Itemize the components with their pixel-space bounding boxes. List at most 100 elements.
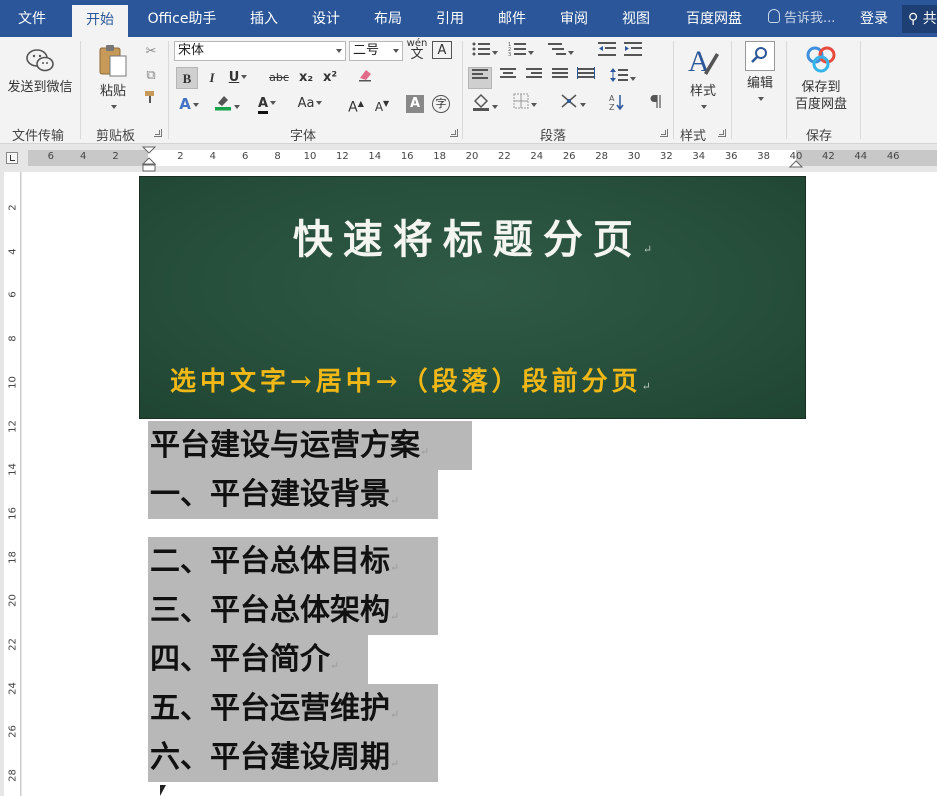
doc-line[interactable]: 一、平台建设背景↵ xyxy=(148,470,438,519)
chinese-layout-button[interactable] xyxy=(556,93,590,115)
search-icon xyxy=(745,41,775,71)
horizontal-ruler[interactable]: 6 4 2 2 4 6 8 10 12 14 16 18 20 22 24 26 28 30 32 34 36 38 40 4… xyxy=(0,144,937,172)
multilevel-list-button[interactable] xyxy=(544,41,578,63)
character-border-button[interactable]: A xyxy=(432,41,452,59)
chevron-down-icon xyxy=(393,49,399,53)
phonetic-guide-button[interactable]: wén 文 xyxy=(406,39,428,62)
tab-layout[interactable]: 布局 xyxy=(360,0,416,37)
underline-button[interactable]: U xyxy=(226,67,250,89)
tab-view[interactable]: 视图 xyxy=(608,0,664,37)
clipboard-icon xyxy=(99,45,127,77)
paste-label: 粘贴 xyxy=(99,84,126,99)
align-center-button[interactable] xyxy=(496,67,520,89)
italic-button[interactable]: I xyxy=(202,67,222,89)
character-shading-button[interactable]: A xyxy=(406,95,424,113)
doc-line[interactable]: 六、平台建设周期↵ xyxy=(148,733,438,782)
tab-file[interactable]: 文件 xyxy=(0,0,64,37)
align-left-button[interactable] xyxy=(468,67,492,89)
tab-office-assistant[interactable]: Office助手 xyxy=(138,0,226,37)
mouse-pointer-icon xyxy=(160,785,166,796)
doc-line[interactable]: 二、平台总体目标↵ xyxy=(148,537,438,586)
doc-line-text: 平台建设与运营方案 xyxy=(150,428,420,463)
tab-review[interactable]: 审阅 xyxy=(546,0,602,37)
doc-line[interactable]: 五、平台运营维护↵ xyxy=(148,684,438,733)
tab-insert[interactable]: 插入 xyxy=(236,0,292,37)
justify-button[interactable] xyxy=(548,67,572,89)
cut-icon[interactable]: ✂ xyxy=(140,41,162,63)
doc-line[interactable]: 三、平台总体架构↵ xyxy=(148,586,438,635)
ruler-number: 14 xyxy=(368,151,382,162)
share-user-icon: ⚲ xyxy=(908,11,919,27)
text-effects-button[interactable]: A xyxy=(176,93,202,115)
font-size-combo[interactable]: 二号 xyxy=(349,41,403,61)
indent-marker-icon[interactable] xyxy=(142,146,156,172)
paste-button[interactable]: 粘贴 xyxy=(88,43,138,115)
change-case-label: Aa xyxy=(297,96,315,111)
increase-indent-icon[interactable] xyxy=(622,41,644,63)
styles-launcher-icon[interactable] xyxy=(718,129,726,137)
distributed-button[interactable] xyxy=(574,67,598,89)
share-button[interactable]: ⚲ 共享 xyxy=(902,5,937,33)
ruler-number: 46 xyxy=(886,151,900,162)
clipboard-launcher-icon[interactable] xyxy=(154,129,162,137)
vertical-ruler-number: 6 xyxy=(7,291,19,299)
borders-button[interactable] xyxy=(508,93,542,115)
group-separator xyxy=(673,41,674,139)
editing-button[interactable]: 编辑 xyxy=(738,41,782,107)
ruler-number: 12 xyxy=(336,151,349,162)
font-launcher-icon[interactable] xyxy=(450,129,458,137)
numbering-button[interactable]: 123 xyxy=(506,41,536,63)
tab-references[interactable]: 引用 xyxy=(422,0,478,37)
save-to-baidu-netdisk-button[interactable]: 保存到 百度网盘 xyxy=(788,43,854,113)
format-painter-icon[interactable] xyxy=(140,89,162,111)
decrease-indent-icon[interactable] xyxy=(596,41,618,63)
tab-baidu-netdisk[interactable]: 百度网盘 xyxy=(672,0,756,37)
subscript-button[interactable]: x₂ xyxy=(296,67,316,89)
highlight-color-button[interactable] xyxy=(212,93,242,115)
strikethrough-button[interactable]: abc xyxy=(266,67,292,89)
doc-line[interactable]: 平台建设与运营方案↵ xyxy=(148,421,472,470)
tell-me-box[interactable]: 告诉我... xyxy=(768,0,835,37)
shading-button[interactable] xyxy=(468,93,502,115)
vertical-ruler[interactable]: 2 4 6 8 10 12 14 16 18 20 22 24 26 28 xyxy=(0,172,22,796)
bold-button[interactable]: B xyxy=(176,67,198,89)
font-color-button[interactable]: A xyxy=(252,93,282,115)
right-indent-marker-icon[interactable] xyxy=(789,155,803,169)
bullets-button[interactable] xyxy=(470,41,500,63)
shrink-font-button[interactable]: A▼ xyxy=(372,93,392,115)
title-banner-image[interactable]: 快速将标题分页↵ 选中文字→居中→（段落）段前分页↵ xyxy=(139,176,806,419)
tab-design[interactable]: 设计 xyxy=(298,0,354,37)
copy-icon[interactable]: ⧉ xyxy=(140,65,162,87)
sort-icon[interactable]: AZ xyxy=(606,93,628,115)
paragraph-mark: ↵ xyxy=(390,708,400,721)
ribbon-home: 发送到微信 文件传输 粘贴 ✂ ⧉ 剪贴板 宋体 二号 wén 文 A B I U… xyxy=(0,37,937,144)
show-hide-marks-icon[interactable] xyxy=(644,93,666,115)
styles-button[interactable]: A 样式 xyxy=(680,43,726,115)
paragraph-launcher-icon[interactable] xyxy=(660,129,668,137)
vertical-ruler-number: 16 xyxy=(7,507,19,520)
font-color-icon: A xyxy=(257,96,269,114)
font-name-combo[interactable]: 宋体 xyxy=(174,41,346,61)
line-spacing-button[interactable] xyxy=(606,67,640,89)
tab-mailings[interactable]: 邮件 xyxy=(484,0,540,37)
clear-formatting-icon[interactable] xyxy=(354,67,376,89)
tell-me-text: 告诉我... xyxy=(784,11,836,26)
enclose-characters-button[interactable]: 字 xyxy=(432,95,450,113)
change-case-button[interactable]: Aa xyxy=(294,93,326,115)
vertical-ruler-strip xyxy=(4,172,21,796)
align-right-button[interactable] xyxy=(522,67,546,89)
superscript-button[interactable]: x² xyxy=(320,67,340,89)
align-center-icon xyxy=(500,68,516,78)
paragraph-mark: ↵ xyxy=(390,494,400,507)
ruler-number: 2 xyxy=(177,151,184,162)
doc-line[interactable]: 四、平台简介↵ xyxy=(148,635,368,684)
ruler-number: 28 xyxy=(595,151,608,162)
tab-selector-icon[interactable] xyxy=(6,152,18,164)
baidu-netdisk-icon xyxy=(806,46,836,73)
lightbulb-icon xyxy=(768,9,780,23)
tab-home[interactable]: 开始 xyxy=(72,5,128,37)
grow-font-button[interactable]: A▲ xyxy=(346,93,366,116)
grow-font-label: A xyxy=(348,99,358,116)
send-to-wechat-button[interactable]: 发送到微信 xyxy=(2,47,78,96)
login-link[interactable]: 登录 xyxy=(860,0,888,37)
